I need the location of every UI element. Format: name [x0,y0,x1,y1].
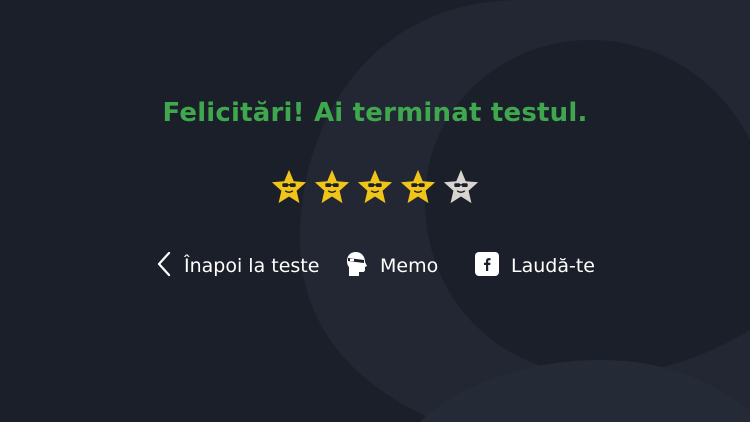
chevron-left-icon [156,251,172,282]
background-logo-mark [300,0,750,422]
star-icon-3 [357,169,393,204]
back-to-tests-button[interactable]: Înapoi la teste [156,250,319,282]
head-bandage-icon [346,251,368,282]
brag-label: Laudă-te [511,255,595,277]
action-bar: Înapoi la teste Memo Laudă-te [0,250,750,282]
memo-button[interactable]: Memo [346,250,438,282]
back-to-tests-label: Înapoi la teste [184,255,320,277]
star-icon-1 [271,169,307,204]
star-icon-5 [443,169,479,204]
memo-label: Memo [380,255,439,277]
result-title: Felicitări! Ai terminat testul. [162,98,588,128]
brag-share-button[interactable]: Laudă-te [475,250,595,282]
facebook-icon [475,251,499,281]
star-icon-2 [314,169,350,204]
star-icon-4 [400,169,436,204]
results-screen: Felicitări! Ai terminat testul. Înapoi l… [0,0,750,422]
star-rating [270,168,482,208]
